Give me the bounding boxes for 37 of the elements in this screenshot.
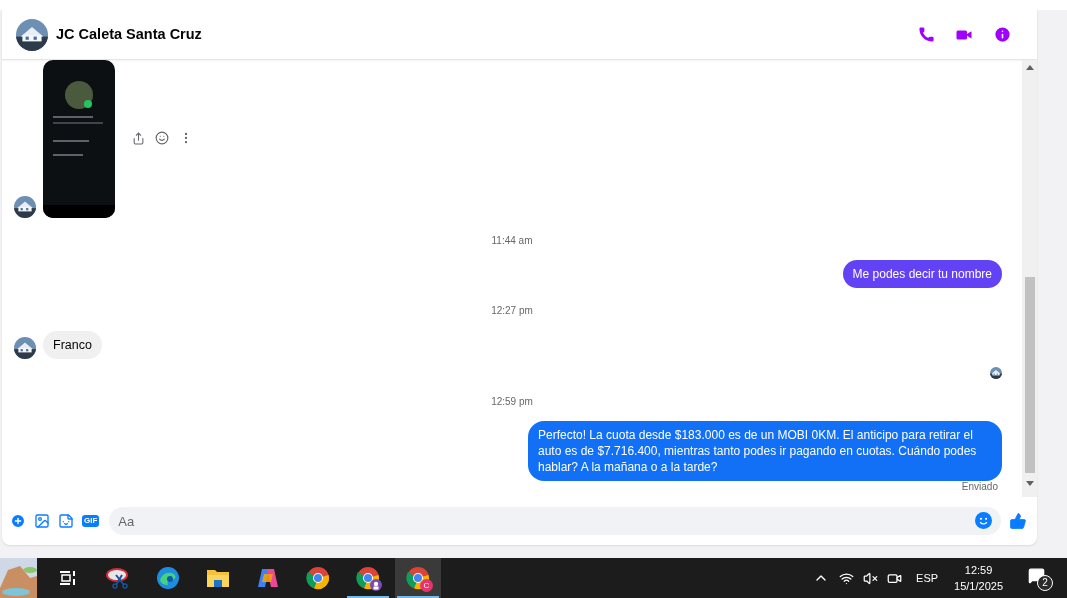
wifi-icon[interactable] [839,570,855,586]
taskbar-app[interactable]: C [395,558,441,598]
message-status: Enviado [961,481,998,493]
received-message: Franco [43,331,102,359]
ribbon-icon[interactable] [256,566,280,590]
browser-icon[interactable] [306,566,330,590]
like-icon[interactable] [1009,512,1027,530]
folder-icon[interactable] [206,567,230,589]
clock-time[interactable]: 12:59 [964,562,993,578]
task-view-icon[interactable] [59,570,77,586]
sent-message: Perfecto! La cuota desde $183.000 es de un MOBI 0KM. El anticipo para retirar el auto es de $7.716.400, mientras tanto podes ir pagando en cuotas. Cuándo podes hablar? A la mañana o a la tarde? [528,421,1002,481]
profile-badge: C [420,579,433,592]
muted-speaker-icon[interactable] [863,570,879,586]
sent-message: Me podes decir tu nombre [842,260,1002,288]
scroll-up-icon[interactable] [1025,64,1034,72]
scrollbar[interactable] [1022,60,1037,497]
smile-icon[interactable] [155,131,169,145]
add-icon[interactable] [10,513,26,529]
chat-title: JC Caleta Santa Cruz [56,24,202,44]
browser-icon[interactable] [156,566,180,590]
language-indicator[interactable]: ESP [916,569,939,587]
scroll-down-icon[interactable] [1025,479,1034,487]
timestamp: 12:27 pm [491,303,533,318]
scissors-icon[interactable] [106,567,130,589]
share-icon[interactable] [132,131,145,145]
sticker-icon[interactable] [58,513,74,529]
timestamp: 12:59 pm [491,394,533,409]
timestamp: 11:44 am [491,233,533,248]
image-icon[interactable] [34,513,50,529]
gif-button[interactable]: GIF [82,515,100,527]
info-icon[interactable] [993,25,1012,44]
clock-date[interactable]: 15/1/2025 [954,578,1003,594]
message-field[interactable]: Aa [109,507,1001,535]
notification-count: 2 [1037,575,1053,591]
emoji-icon[interactable] [975,512,992,529]
profile-badge-icon [370,579,382,591]
phone-icon[interactable] [918,26,935,43]
